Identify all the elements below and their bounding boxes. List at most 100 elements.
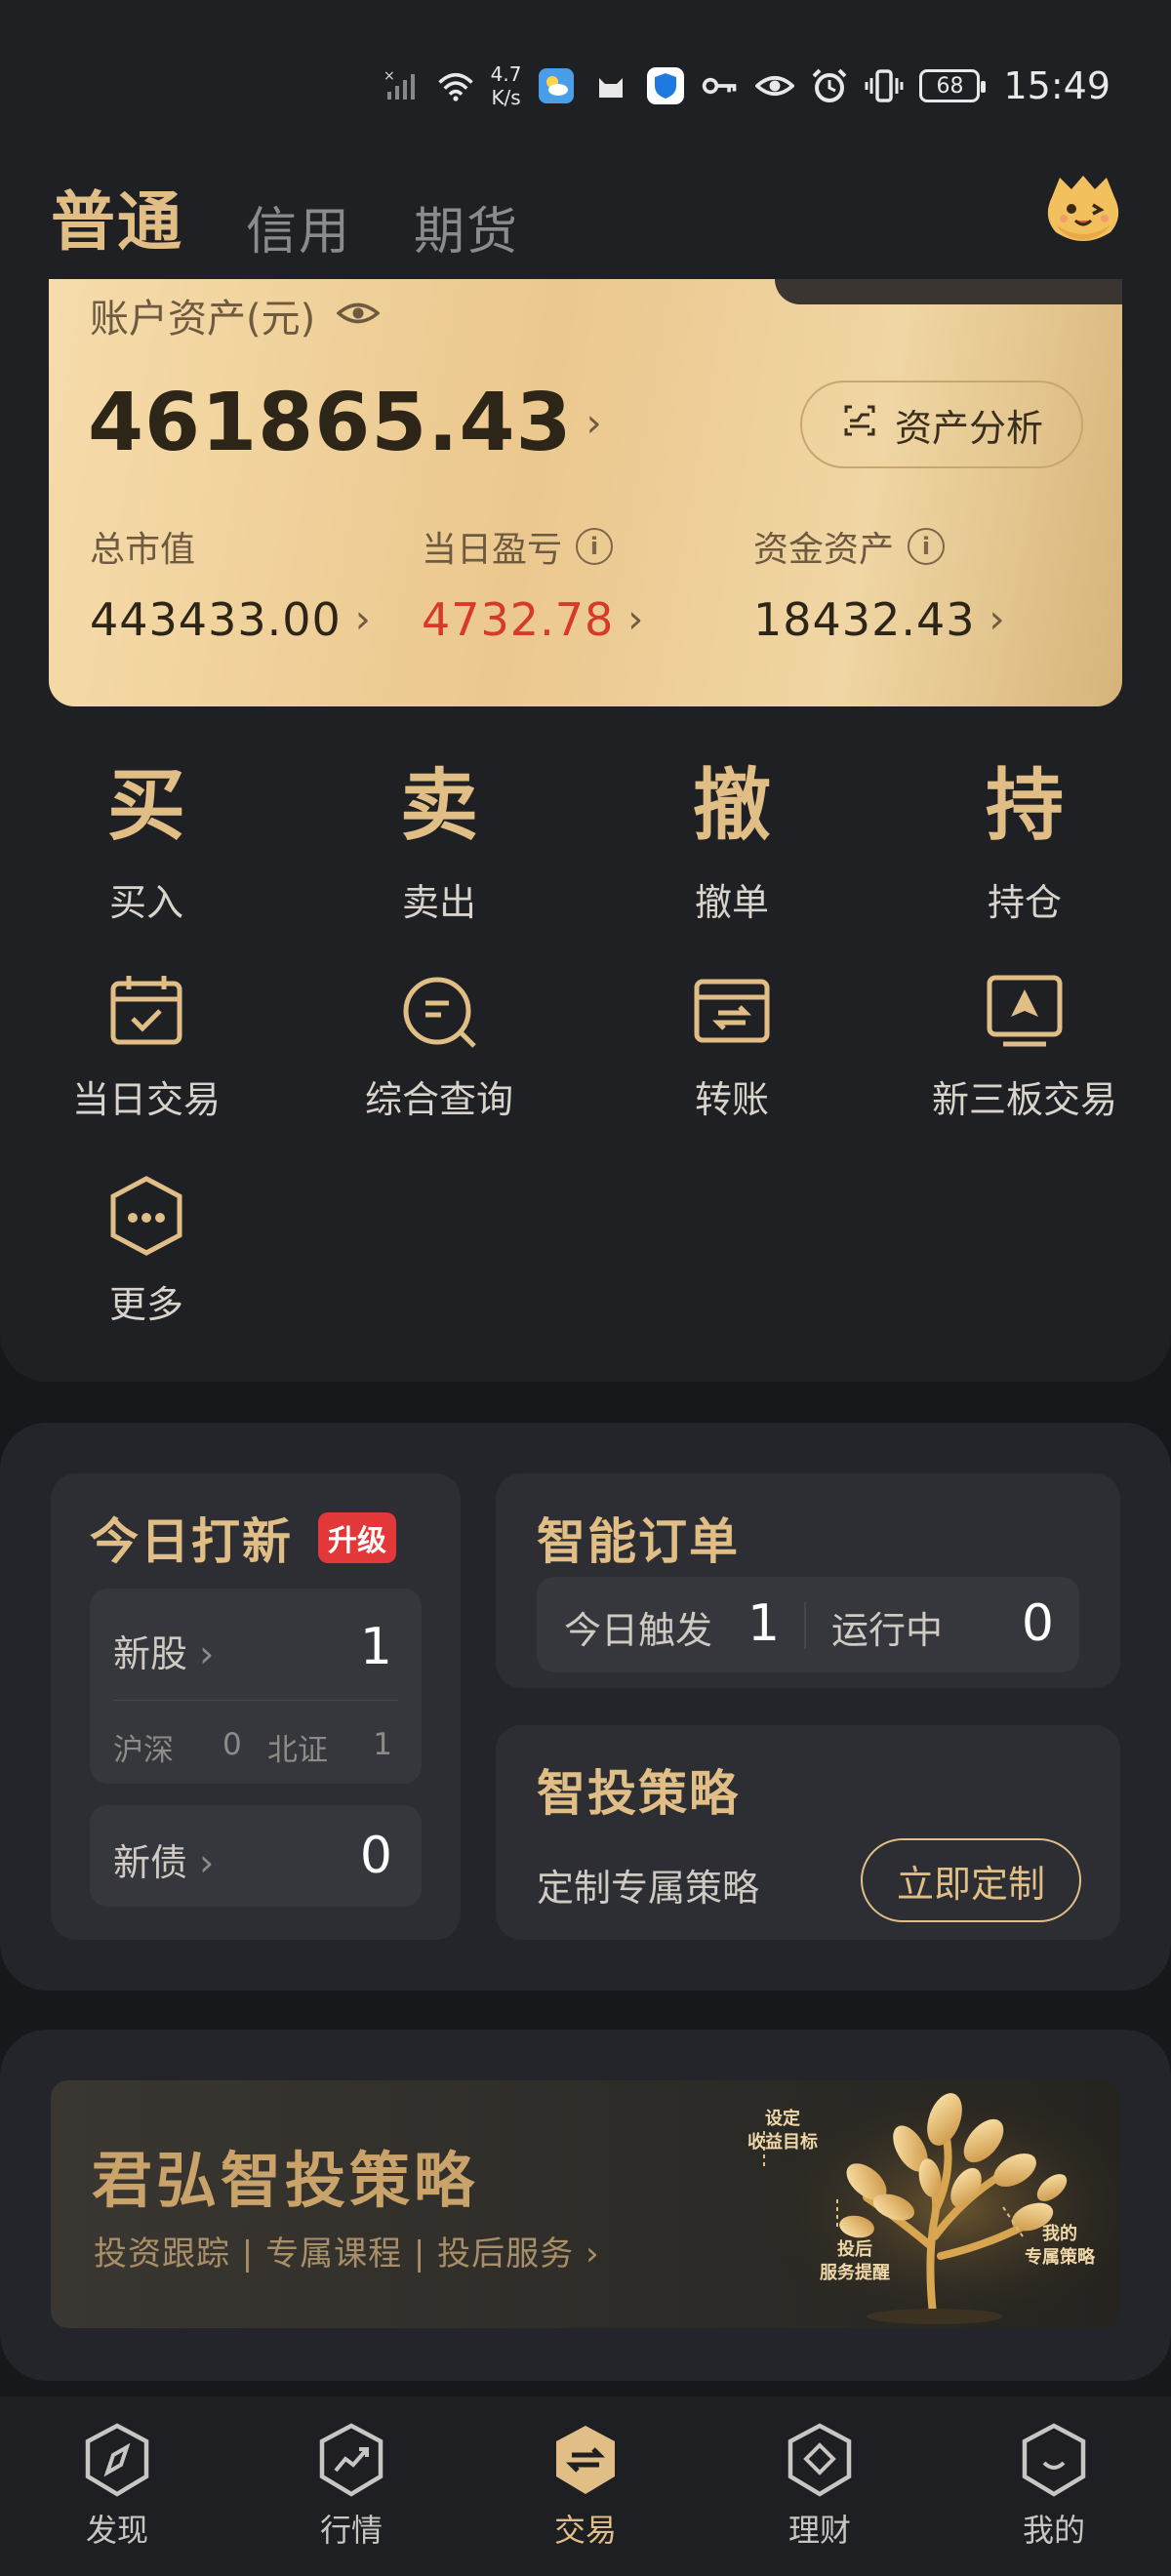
asset-analysis-button[interactable]: 资产分析 [800,381,1083,468]
new-third-board-label: 新三板交易 [931,1078,1117,1121]
transfer-label: 转账 [694,1078,769,1121]
wifi-icon [436,66,475,105]
new-third-board-tool[interactable]: 新三板交易 [878,970,1171,1123]
network-speed: 4.7 K/s [491,62,522,109]
new-stock-count: 1 [359,1618,392,1676]
cat-app-icon [591,66,630,105]
running-label: 运行中 [831,1609,944,1652]
shsz-label: 沪深 [113,1733,174,1768]
clock: 15:49 [1003,64,1110,107]
diamond-icon [785,2422,855,2498]
nav-market[interactable]: 行情 [234,2396,468,2576]
asset-title-text: 账户资产(元) [90,297,316,342]
speed-unit: K/s [491,86,521,109]
buy-action[interactable]: 买 买入 [0,757,293,926]
chevron-right-icon: › [354,597,372,642]
sell-action[interactable]: 卖 卖出 [293,757,586,926]
nav-trade-label: 交易 [553,2512,617,2549]
positions-glyph: 持 [986,760,1064,851]
new-bond-box[interactable]: 新债 › 0 [90,1805,422,1907]
total-assets-value: 461865.43 [88,377,573,469]
new-bond-link[interactable]: 新债 › [113,1832,214,1886]
cash-assets-metric[interactable]: 资金资产 i 18432.43 › [753,521,1006,646]
smart-strategy-panel[interactable]: 智投策略 定制专属策略 立即定制 [496,1725,1120,1940]
positions-action[interactable]: 持 持仓 [878,757,1171,926]
positions-label: 持仓 [987,881,1062,924]
new-bond-label: 新债 [113,1841,188,1884]
feature-section: 今日打新 升级 新股 › 1 沪深 0 北证 1 新债 › 0 智能订单 今日触… [0,1423,1171,1991]
sell-label: 卖出 [401,881,476,924]
sell-glyph: 卖 [400,760,478,851]
banner-title: 君弘智投策略 [92,2145,479,2216]
new-stock-link[interactable]: 新股 › [113,1624,214,1677]
market-value-label: 总市值 [90,530,196,570]
chevron-right-icon: › [627,597,645,642]
promo-section: 君弘智投策略 投资跟踪 | 专属课程 | 投后服务 › 设定 收益目标 投后 服… [0,2030,1171,2381]
running-count: 0 [1021,1594,1054,1653]
account-type-tabs: 普通 信用 期货 [51,170,519,263]
more-hexagon-icon [105,1175,187,1257]
transfer-tool[interactable]: 转账 [586,970,878,1123]
calendar-check-icon [105,970,187,1052]
key-icon [701,66,740,105]
new-stock-label: 新股 [113,1632,188,1675]
chevron-right-icon: › [199,1632,215,1675]
query-tool[interactable]: 综合查询 [293,970,586,1123]
exchange-icon [550,2422,621,2498]
ipo-title: 今日打新 [90,1513,293,1570]
tree-label-goal: 设定 收益目标 [747,2109,818,2153]
smart-strategy-title: 智投策略 [537,1765,740,1822]
tree-label-service: 投后 服务提醒 [820,2239,890,2283]
tab-normal[interactable]: 普通 [51,170,183,263]
strategy-banner[interactable]: 君弘智投策略 投资跟踪 | 专属课程 | 投后服务 › 设定 收益目标 投后 服… [51,2080,1120,2328]
smart-order-title: 智能订单 [537,1513,740,1570]
triggered-label: 今日触发 [564,1609,713,1652]
tab-futures[interactable]: 期货 [414,190,519,263]
nav-discover[interactable]: 发现 [0,2396,234,2576]
new-bond-count: 0 [359,1827,392,1885]
smart-strategy-subtitle: 定制专属策略 [537,1867,760,1910]
search-list-icon [398,970,480,1052]
smart-order-panel[interactable]: 智能订单 今日触发 1 运行中 0 [496,1473,1120,1688]
upgrade-badge[interactable]: 升级 [318,1512,396,1563]
eye-toggle-icon[interactable] [336,293,381,338]
cancel-order-action[interactable]: 撤 撤单 [586,757,878,926]
alarm-icon [810,66,849,105]
total-assets[interactable]: 461865.43 › [88,377,603,469]
asset-card: 账户资产(元) 461865.43 › 资产分析 总市值 443433.00 › … [49,279,1122,706]
buy-glyph: 买 [107,760,185,851]
bj-count: 1 [373,1727,392,1762]
daily-trades-tool[interactable]: 当日交易 [0,970,293,1123]
market-value-metric[interactable]: 总市值 443433.00 › [90,521,372,646]
cancel-glyph: 撤 [693,760,771,851]
tab-credit[interactable]: 信用 [246,190,351,263]
query-label: 综合查询 [364,1078,513,1121]
mascot-avatar[interactable] [1042,168,1124,250]
vibrate-icon [865,66,904,105]
nav-discover-label: 发现 [85,2512,148,2549]
nav-trade[interactable]: 交易 [468,2396,703,2576]
customize-now-button[interactable]: 立即定制 [861,1838,1081,1922]
nav-mine[interactable]: 我的 [937,2396,1171,2576]
daily-pnl-metric[interactable]: 当日盈亏 i 4732.78 › [422,521,644,646]
chevron-right-icon: › [199,1841,215,1884]
new-stock-box[interactable]: 新股 › 1 沪深 0 北证 1 [90,1589,422,1784]
weather-app-icon [537,66,576,105]
nav-wealth[interactable]: 理财 [703,2396,937,2576]
info-icon[interactable]: i [576,528,614,565]
nav-market-label: 行情 [319,2512,383,2549]
status-icons: × 4.7 K/s 68 15:49 [382,57,1110,115]
triggered-count: 1 [747,1594,781,1653]
ipo-panel[interactable]: 今日打新 升级 新股 › 1 沪深 0 北证 1 新债 › 0 [51,1473,461,1940]
divider [804,1602,806,1649]
transfer-icon [691,970,773,1052]
more-tool[interactable]: 更多 [0,1175,293,1328]
buy-label: 买入 [108,881,183,924]
daily-trades-label: 当日交易 [71,1078,221,1121]
daily-pnl-label: 当日盈亏 [422,530,563,570]
banner-subtitle: 投资跟踪 | 专属课程 | 投后服务 › [94,2234,600,2274]
divider [113,1700,398,1701]
market-value-value: 443433.00 [90,593,342,646]
info-icon[interactable]: i [908,528,946,565]
bj-label: 北证 [267,1733,328,1768]
